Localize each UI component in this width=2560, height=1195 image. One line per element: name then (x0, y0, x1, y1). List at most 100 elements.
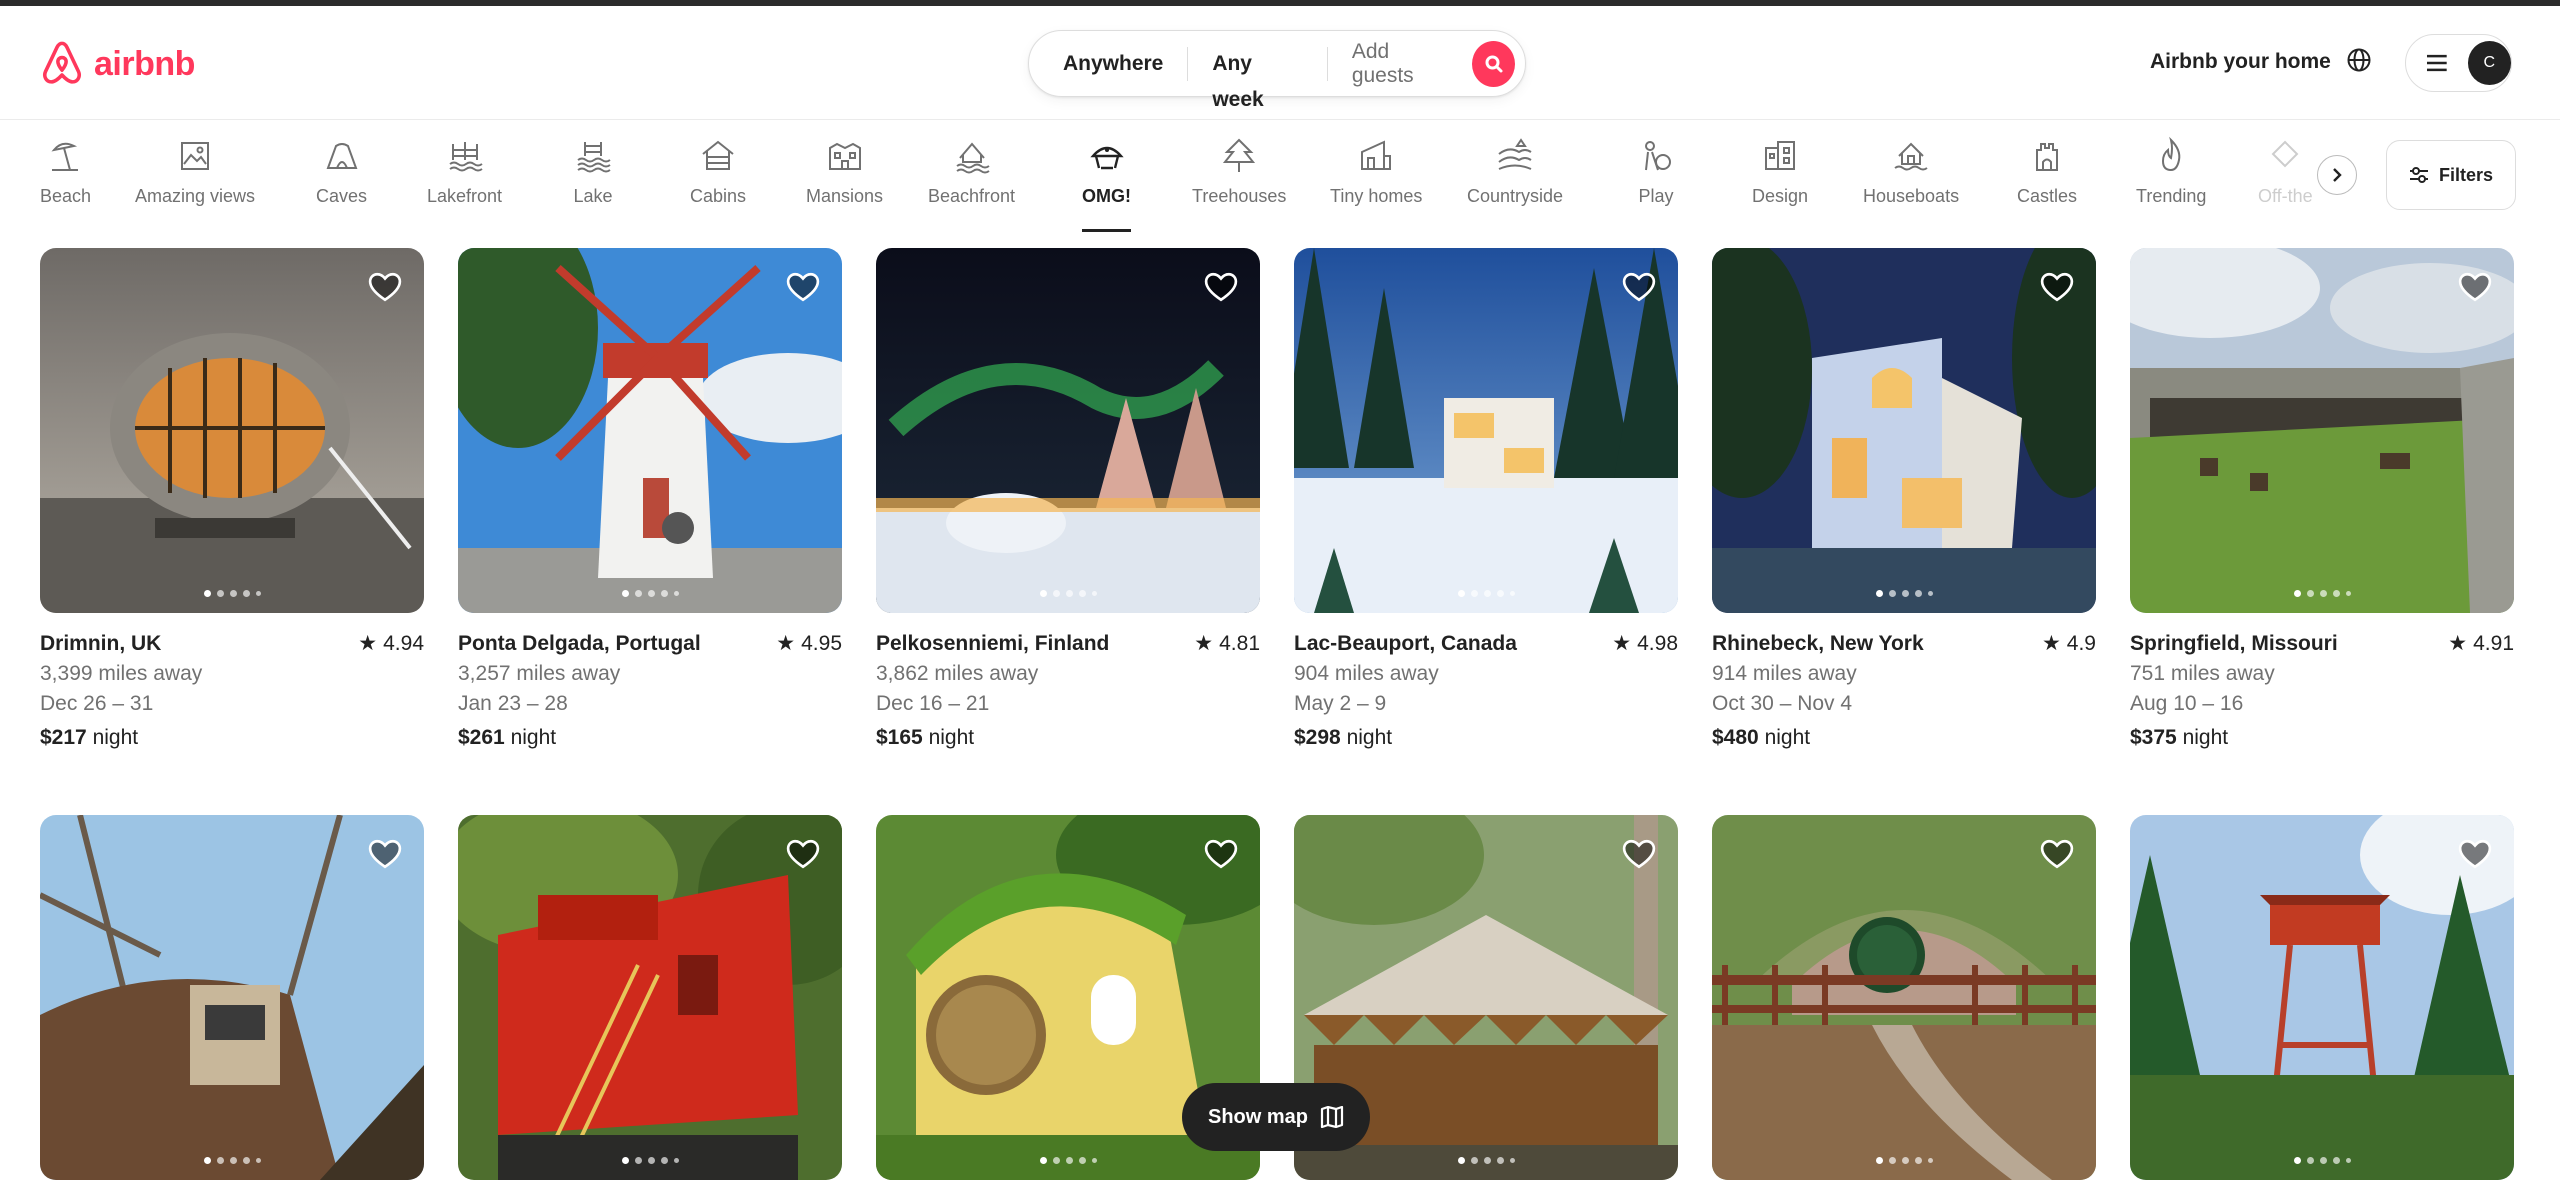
search-bar[interactable]: Anywhere Any week Add guests (1028, 30, 1526, 111)
category-trending[interactable]: Trending (2136, 136, 2206, 232)
category-treehouses[interactable]: Treehouses (1192, 136, 1286, 232)
category-design[interactable]: Design (1752, 136, 1808, 232)
listing-distance: 914 miles away (1712, 662, 1857, 685)
listing-photo[interactable] (876, 248, 1260, 613)
listing-card[interactable] (2130, 815, 2514, 1180)
listing-card[interactable]: Pelkosenniemi, Finland ★ 4.81 3,862 miles … (876, 248, 1260, 753)
caves-icon (326, 143, 357, 169)
listing-rating: ★ 4.95 (776, 629, 842, 659)
airbnb-logo[interactable]: airbnb (40, 40, 195, 88)
listing-price: $298 night (1294, 726, 1393, 749)
heart-icon[interactable] (2040, 270, 2074, 309)
listing-photo[interactable] (40, 248, 424, 613)
heart-icon[interactable] (786, 270, 820, 309)
search-icon (1485, 55, 1503, 72)
houseboats-icon (1894, 142, 1928, 171)
listing-distance: 3,257 miles away (458, 662, 621, 685)
heart-icon[interactable] (786, 837, 820, 876)
listing-price: $217 night (40, 726, 139, 749)
search-anywhere-button[interactable]: Anywhere (1029, 46, 1187, 82)
listing-photo[interactable] (458, 815, 842, 1180)
category-cabins[interactable]: Cabins (690, 136, 746, 232)
listing-card[interactable]: Springfield, Missouri ★ 4.91 751 miles awa… (2130, 248, 2514, 753)
listing-photo[interactable] (2130, 248, 2514, 613)
heart-icon[interactable] (2458, 270, 2492, 309)
star-icon: ★ (2448, 632, 2468, 655)
heart-icon[interactable] (1622, 270, 1656, 309)
category-mansions[interactable]: Mansions (806, 136, 883, 232)
listing-distance: 751 miles away (2130, 662, 2275, 685)
category-play[interactable]: Play (1636, 136, 1676, 232)
user-menu-button[interactable]: C (2405, 34, 2512, 92)
listing-card[interactable]: Ponta Delgada, Portugal ★ 4.95 3,257 miles… (458, 248, 842, 753)
beachfront-icon (955, 142, 990, 174)
play-icon (1645, 141, 1671, 171)
language-button[interactable] (2346, 47, 2372, 78)
photo-pagination (1294, 590, 1678, 597)
photo-pagination (876, 1157, 1260, 1164)
listing-card[interactable]: Lac-Beauport, Canada ★ 4.98 904 miles away… (1294, 248, 1678, 753)
categories-next-button[interactable] (2317, 155, 2357, 195)
search-any-week-button[interactable]: Any week (1188, 46, 1327, 111)
hobbit-hole-photo (1712, 815, 2096, 1180)
listing-card[interactable] (1712, 815, 2096, 1180)
photo-pagination (1712, 1157, 2096, 1164)
search-submit-button[interactable] (1472, 40, 1516, 87)
globe-icon (2347, 48, 2371, 72)
map-icon (1320, 1106, 1344, 1128)
host-link[interactable]: Airbnb your home (2150, 50, 2331, 74)
omg-icon (1089, 146, 1124, 170)
photo-pagination (458, 590, 842, 597)
heart-icon[interactable] (2040, 837, 2074, 876)
category-beach[interactable]: Beach (40, 136, 91, 232)
star-icon: ★ (1612, 632, 1632, 655)
listing-dates: Dec 16 – 21 (876, 692, 990, 715)
trending-icon (2162, 136, 2181, 172)
listing-card[interactable] (40, 815, 424, 1180)
category-caves[interactable]: Caves (316, 136, 367, 232)
red-tower-treehouse-photo (2130, 815, 2514, 1180)
category-tiny-homes[interactable]: Tiny homes (1330, 136, 1422, 232)
heart-icon[interactable] (1204, 837, 1238, 876)
heart-icon[interactable] (1622, 837, 1656, 876)
listing-rating: ★ 4.81 (1194, 629, 1260, 659)
filters-label: Filters (2438, 164, 2494, 185)
off-the-grid-icon (2271, 140, 2299, 168)
category-beachfront[interactable]: Beachfront (928, 136, 1015, 232)
listing-card[interactable] (458, 815, 842, 1180)
show-map-button[interactable]: Show map (1182, 1083, 1370, 1151)
listing-photo[interactable] (1294, 248, 1678, 613)
category-off-the-grid[interactable]: Off-the (2258, 136, 2313, 232)
listing-photo[interactable] (2130, 815, 2514, 1180)
windmill-photo (458, 248, 842, 613)
design-icon (1765, 141, 1796, 170)
category-lakefront[interactable]: Lakefront (427, 136, 502, 232)
listing-rating: ★ 4.91 (2448, 629, 2514, 659)
filters-button[interactable]: Filters (2386, 140, 2516, 210)
listing-card[interactable]: Drimnin, UK ★ 4.94 3,399 miles away Dec 26… (40, 248, 424, 753)
heart-icon[interactable] (368, 270, 402, 309)
category-countryside[interactable]: Countryside (1467, 136, 1563, 232)
listing-photo[interactable] (40, 815, 424, 1180)
listing-photo[interactable] (1712, 815, 2096, 1180)
search-add-guests-button[interactable]: Add guests (1328, 40, 1472, 88)
listing-dates: Aug 10 – 16 (2130, 692, 2244, 715)
category-castles[interactable]: Castles (2017, 136, 2077, 232)
star-icon: ★ (776, 632, 796, 655)
heart-icon[interactable] (1204, 270, 1238, 309)
category-houseboats[interactable]: Houseboats (1863, 136, 1959, 232)
listing-dates: Dec 26 – 31 (40, 692, 154, 715)
star-icon: ★ (1194, 632, 1214, 655)
photo-pagination (40, 590, 424, 597)
listing-card[interactable]: Rhinebeck, New York ★ 4.9 914 miles away O… (1712, 248, 2096, 753)
listing-dates: May 2 – 9 (1294, 692, 1387, 715)
category-amazing-views[interactable]: Amazing views (135, 136, 255, 232)
category-omg[interactable]: OMG! (1082, 136, 1131, 232)
category-lake[interactable]: Lake (573, 136, 613, 232)
listing-photo[interactable] (458, 248, 842, 613)
listing-photo[interactable] (1712, 248, 2096, 613)
heart-icon[interactable] (368, 837, 402, 876)
heart-icon[interactable] (2458, 837, 2492, 876)
blue-modern-house-photo (1712, 248, 2096, 613)
listing-price: $480 night (1712, 726, 1811, 749)
